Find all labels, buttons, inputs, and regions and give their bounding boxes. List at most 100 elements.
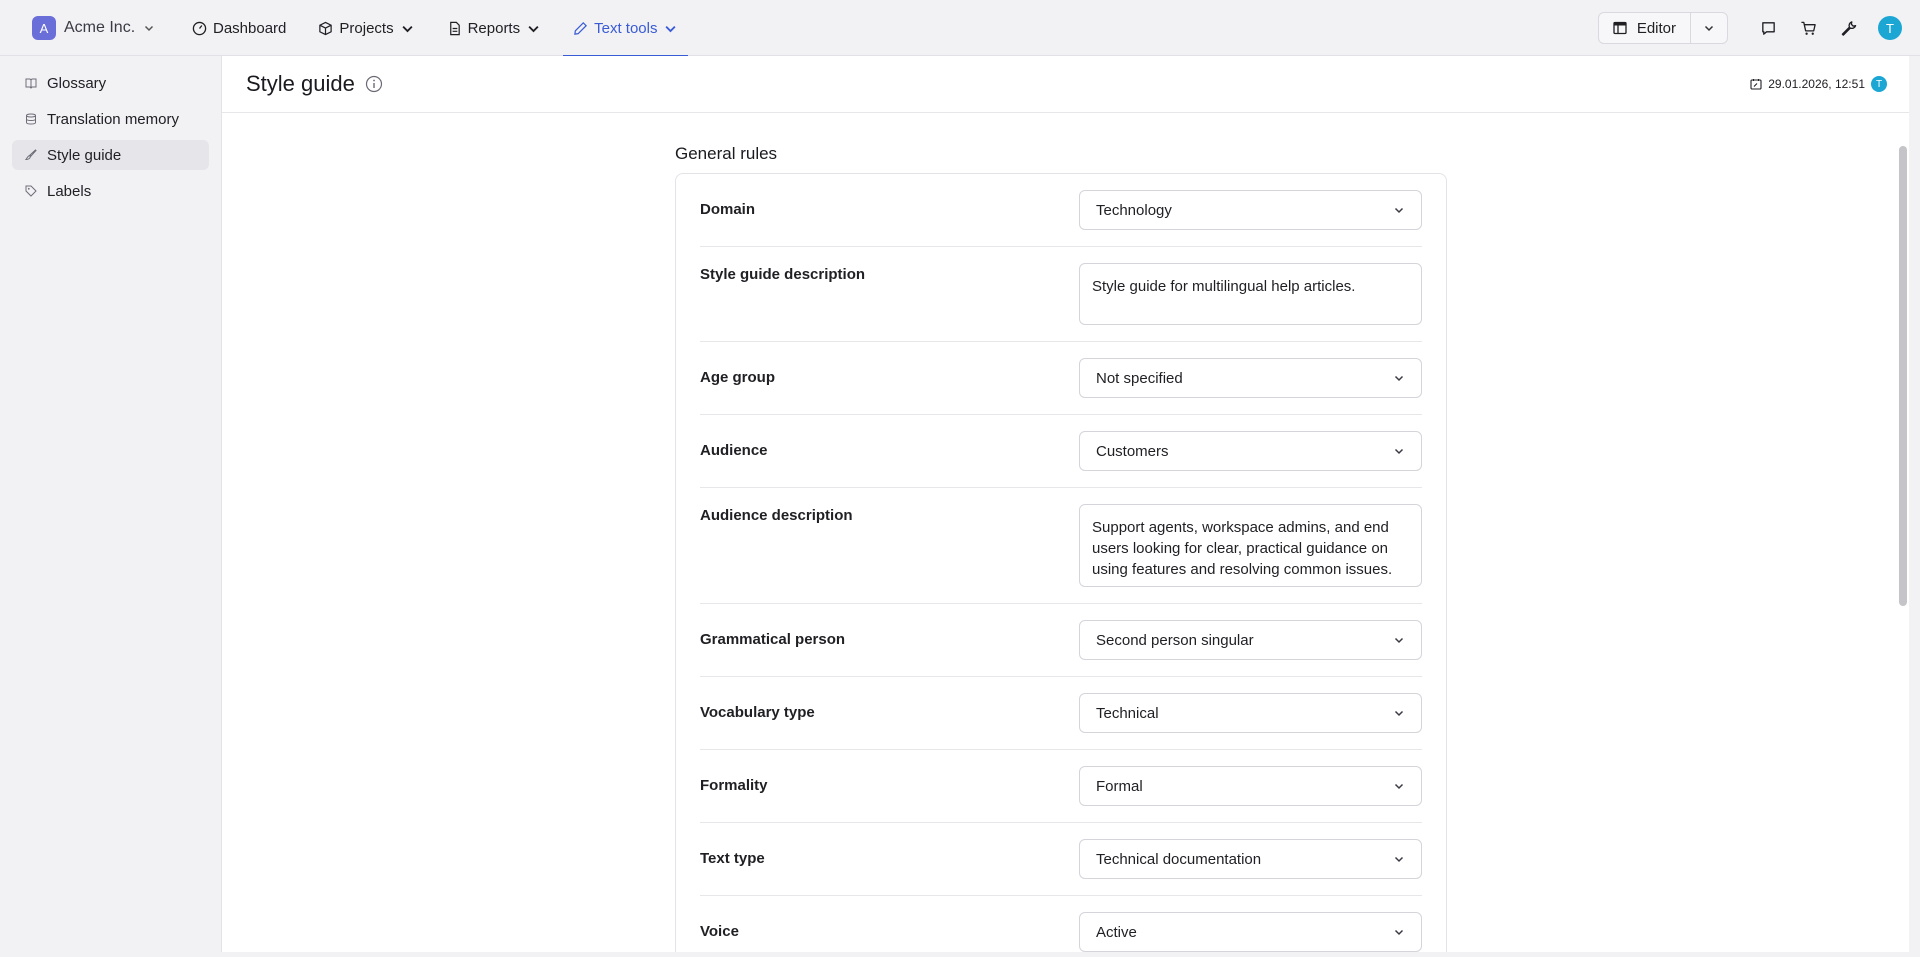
audience-select[interactable]: Customers [1079, 431, 1422, 471]
editor-button-label: Editor [1636, 19, 1676, 37]
sidebar-item-label: Style guide [47, 146, 122, 164]
chevron-down-icon [1394, 375, 1404, 382]
sidebar: Glossary Translation memory Style guide … [0, 56, 221, 957]
rule-row-age-group: Age group Not specified [700, 342, 1422, 415]
editor-button[interactable]: Editor [1599, 13, 1691, 43]
select-value: Second person singular [1096, 631, 1254, 649]
domain-select[interactable]: Technology [1079, 190, 1422, 230]
toolbar-actions: Editor T [1597, 11, 1902, 45]
rule-label: Domain [700, 201, 756, 218]
rule-row-audience: Audience Customers [700, 415, 1422, 488]
nav-text-tools-label: Text tools [594, 19, 658, 37]
rule-label: Grammatical person [700, 631, 846, 648]
chevron-down-icon [145, 25, 154, 32]
sidebar-item-glossary[interactable]: Glossary [12, 68, 209, 98]
sidebar-item-label: Glossary [47, 74, 107, 92]
workspace-switcher[interactable]: A Acme Inc. [32, 15, 155, 41]
comments-button[interactable] [1748, 12, 1788, 44]
scrollbar[interactable] [1897, 146, 1909, 666]
voice-select[interactable]: Active [1079, 912, 1422, 952]
main-nav: Dashboard Projects Reports Text tools [182, 0, 700, 57]
select-value: Customers [1096, 442, 1169, 460]
nav-projects-label: Projects [339, 19, 394, 37]
rule-row-text-type: Text type Technical documentation [700, 823, 1422, 896]
rule-label: Voice [700, 923, 739, 940]
select-value: Formal [1096, 777, 1143, 795]
select-value: Technical [1096, 704, 1159, 722]
select-value: Active [1096, 923, 1137, 941]
chevron-down-icon [1394, 637, 1404, 644]
document-icon [449, 21, 460, 35]
last-modified-date: 29.01.2026, 12:51 [1768, 77, 1865, 91]
chevron-down-icon [528, 25, 539, 32]
dashboard-icon [192, 21, 207, 35]
audience-description-textarea[interactable]: Support agents, workspace admins, and en… [1079, 504, 1422, 587]
style-guide-description-textarea[interactable]: Style guide for multilingual help articl… [1079, 263, 1422, 325]
select-value: Technical documentation [1096, 850, 1262, 868]
tools-button[interactable] [1828, 12, 1868, 44]
brush-icon [25, 149, 37, 161]
rule-label: Vocabulary type [700, 704, 815, 721]
rule-label: Text type [700, 850, 765, 867]
pencil-icon [574, 21, 588, 35]
sidebar-item-label: Labels [47, 182, 92, 200]
formality-select[interactable]: Formal [1079, 766, 1422, 806]
modified-by-avatar: T [1871, 76, 1887, 92]
nav-projects[interactable]: Projects [308, 0, 424, 56]
chevron-down-icon [1394, 783, 1404, 790]
top-navigation-bar: A Acme Inc. Dashboard Projects Reports T… [0, 0, 1920, 57]
general-rules-card: Domain Technology Style guide descriptio… [675, 173, 1447, 952]
chevron-down-icon [1394, 710, 1404, 717]
age-group-select[interactable]: Not specified [1079, 358, 1422, 398]
select-value: Technology [1096, 201, 1172, 219]
rule-row-grammatical-person: Grammatical person Second person singula… [700, 604, 1422, 677]
box-icon [319, 21, 333, 35]
sidebar-item-label: Translation memory [47, 110, 179, 128]
page-title: Style guide [246, 71, 355, 96]
rule-row-vocabulary-type: Vocabulary type Technical [700, 677, 1422, 750]
workspace-avatar: A [32, 16, 56, 40]
sidebar-item-style-guide[interactable]: Style guide [12, 140, 209, 170]
grammatical-person-select[interactable]: Second person singular [1079, 620, 1422, 660]
sidebar-item-translation-memory[interactable]: Translation memory [12, 104, 209, 134]
rule-row-style-guide-description: Style guide description Style guide for … [700, 247, 1422, 342]
vocabulary-type-select[interactable]: Technical [1079, 693, 1422, 733]
rule-row-domain: Domain Technology [700, 174, 1422, 247]
chevron-down-icon [1394, 448, 1404, 455]
text-type-select[interactable]: Technical documentation [1079, 839, 1422, 879]
nav-text-tools[interactable]: Text tools [563, 0, 689, 57]
tag-icon [25, 185, 37, 197]
chevron-down-icon [1394, 856, 1404, 863]
wrench-icon [1841, 20, 1856, 36]
rule-label: Audience [700, 442, 768, 459]
select-value: Not specified [1096, 369, 1183, 387]
main-panel: Style guide 29.01.2026, 12:51 T General … [221, 56, 1909, 952]
scrollbar-thumb[interactable] [1899, 146, 1907, 606]
user-avatar[interactable]: T [1878, 16, 1902, 40]
page-header: Style guide 29.01.2026, 12:51 T [222, 56, 1909, 113]
chevron-down-icon [665, 25, 677, 32]
general-rules-section: General rules Domain Technology Style gu… [675, 144, 1447, 952]
last-modified: 29.01.2026, 12:51 T [1750, 76, 1887, 92]
calendar-edit-icon [1750, 79, 1762, 90]
section-title: General rules [675, 144, 778, 163]
cart-icon [1800, 21, 1816, 35]
rule-row-formality: Formality Formal [700, 750, 1422, 823]
editor-split-button: Editor [1597, 12, 1728, 44]
chevron-down-icon [402, 25, 413, 32]
editor-dropdown-button[interactable] [1691, 13, 1727, 43]
chevron-down-icon [1704, 25, 1714, 32]
info-icon[interactable] [365, 75, 383, 93]
nav-dashboard-label: Dashboard [213, 19, 287, 37]
workspace-name: Acme Inc. [64, 19, 136, 36]
rule-row-voice: Voice Active [700, 896, 1422, 952]
nav-reports[interactable]: Reports [437, 0, 552, 56]
rule-label: Style guide description [700, 266, 866, 283]
rule-label: Audience description [700, 507, 853, 524]
sidebar-item-labels[interactable]: Labels [12, 176, 209, 206]
nav-dashboard[interactable]: Dashboard [182, 0, 296, 56]
nav-reports-label: Reports [467, 19, 521, 37]
book-icon [25, 78, 37, 89]
editor-icon [1613, 21, 1627, 35]
cart-button[interactable] [1788, 12, 1828, 44]
